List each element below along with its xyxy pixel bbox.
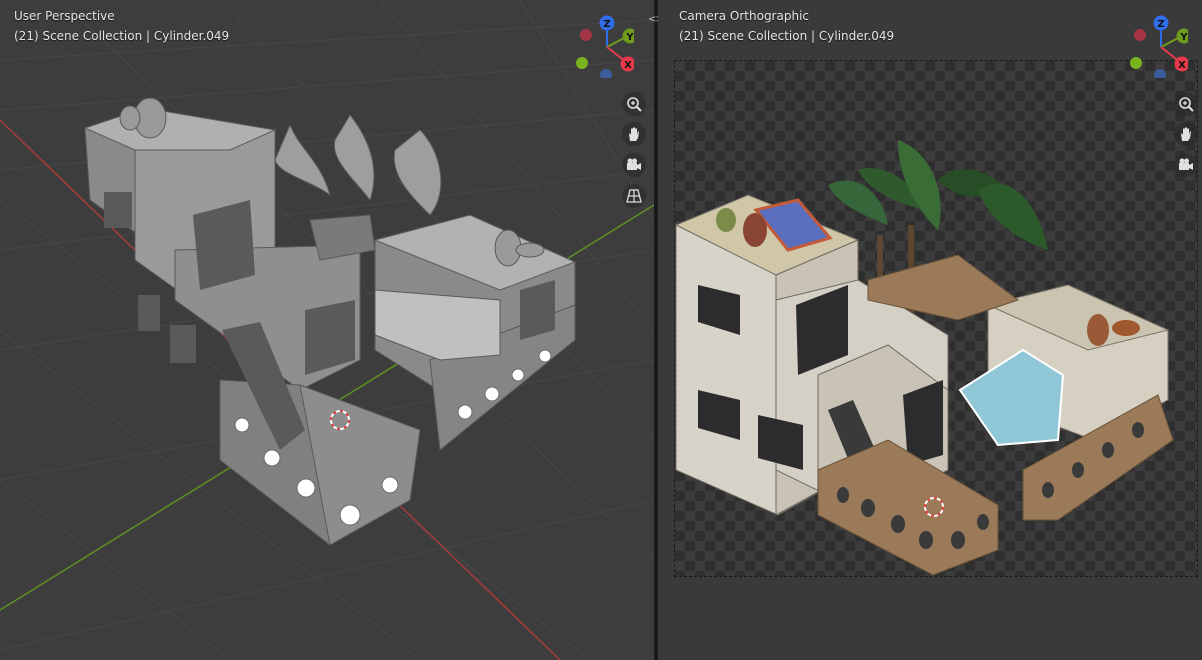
zoom-icon[interactable] bbox=[622, 92, 646, 116]
navigation-gizmo[interactable]: Z Y X bbox=[574, 12, 634, 78]
viewport-scene-right bbox=[674, 140, 1174, 576]
z-axis-label: Z bbox=[603, 19, 610, 30]
striped-awning bbox=[958, 348, 1065, 447]
viewport-user-perspective[interactable]: User Perspective (21) Scene Collection |… bbox=[0, 0, 654, 660]
camera-icon[interactable] bbox=[1174, 153, 1198, 177]
neg-y-axis-handle bbox=[576, 57, 588, 69]
navigation-gizmo[interactable]: Z Y X bbox=[1128, 12, 1188, 78]
view-name-label: Camera Orthographic bbox=[679, 9, 809, 23]
collection-info-label: (21) Scene Collection | Cylinder.049 bbox=[679, 29, 895, 43]
palm-trees bbox=[274, 114, 442, 216]
z-axis-label: Z bbox=[1157, 19, 1164, 30]
neg-y-axis-handle bbox=[1130, 57, 1142, 69]
view-name-label: User Perspective bbox=[14, 9, 115, 23]
hand-pan-icon[interactable] bbox=[622, 122, 646, 146]
x-axis-label: X bbox=[624, 60, 632, 71]
collection-info-label: (21) Scene Collection | Cylinder.049 bbox=[14, 29, 230, 43]
viewport-camera-orthographic[interactable]: Camera Orthographic (21) Scene Collectio… bbox=[658, 0, 1202, 660]
hand-pan-icon[interactable] bbox=[1174, 122, 1198, 146]
y-axis-label: Y bbox=[625, 32, 634, 43]
neg-z-axis-handle bbox=[600, 69, 612, 78]
y-axis-label: Y bbox=[1179, 32, 1188, 43]
neg-x-axis-handle bbox=[580, 29, 592, 41]
x-axis-label: X bbox=[1178, 60, 1186, 71]
neg-z-axis-handle bbox=[1154, 69, 1166, 78]
camera-icon[interactable] bbox=[622, 153, 646, 177]
grid-perspective-icon[interactable] bbox=[622, 184, 646, 208]
neg-x-axis-handle bbox=[1134, 29, 1146, 41]
zoom-icon[interactable] bbox=[1174, 92, 1198, 116]
viewport-scene-left bbox=[0, 0, 654, 660]
